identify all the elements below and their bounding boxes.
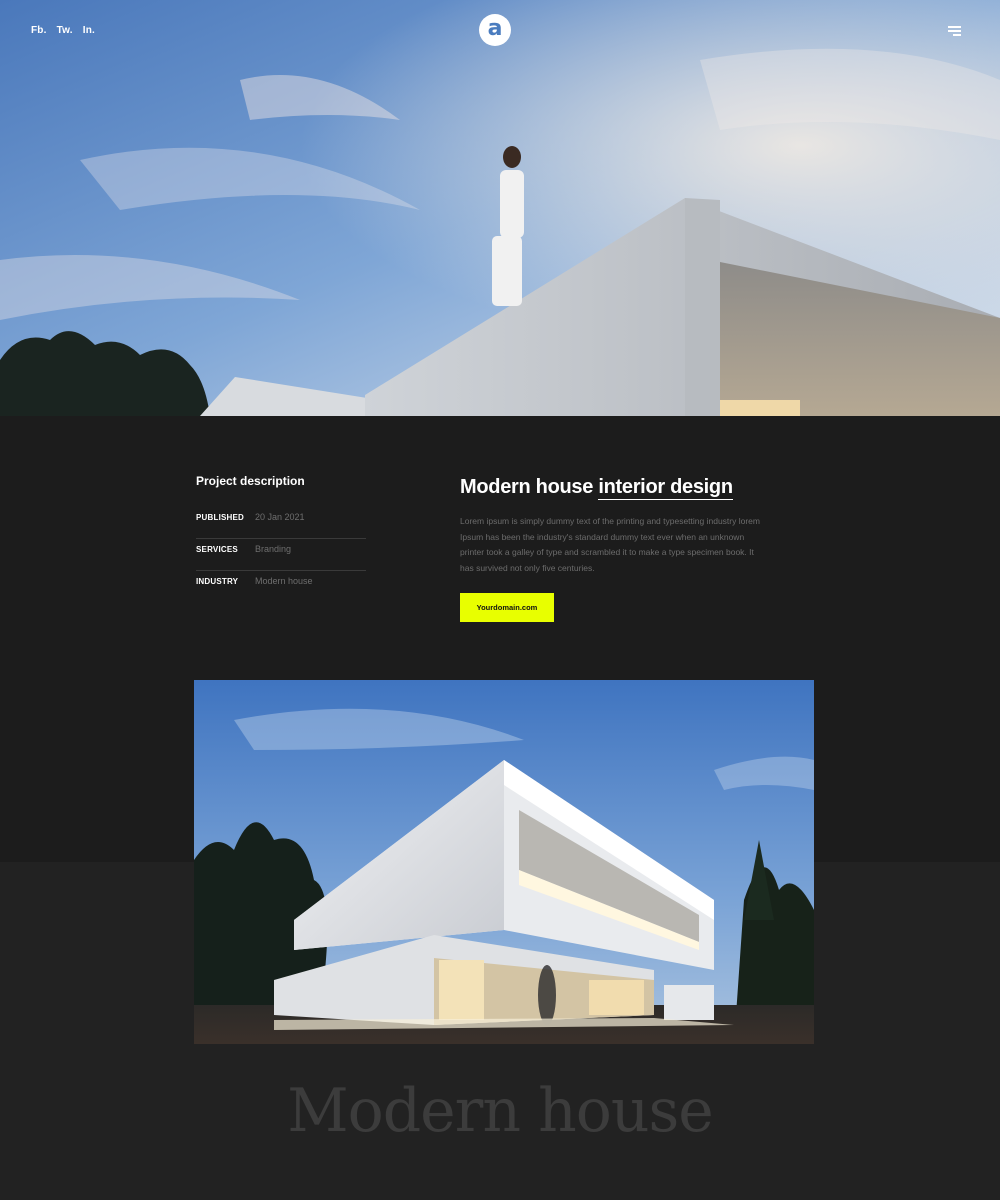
social-links: Fb. Tw. In. — [31, 25, 95, 36]
hero-photo-illustration — [0, 0, 1000, 416]
website-link-button[interactable]: Yourdomain.com — [460, 593, 554, 622]
meta-key: PUBLISHED — [196, 513, 245, 522]
facebook-link[interactable]: Fb. — [31, 25, 47, 36]
meta-row-services: SERVICES Branding — [196, 539, 366, 571]
meta-row-published: PUBLISHED 20 Jan 2021 — [196, 507, 366, 539]
project-title: Modern house interior design — [460, 476, 733, 500]
linkedin-link[interactable]: In. — [83, 25, 95, 36]
footer-big-title: Modern house — [287, 1076, 714, 1146]
meta-value: Modern house — [255, 576, 313, 586]
meta-row-industry: INDUSTRY Modern house — [196, 571, 366, 603]
project-title-plain: Modern house — [460, 476, 594, 498]
project-title-underlined: interior design — [598, 476, 733, 500]
meta-value: Branding — [255, 544, 292, 554]
hero-image: Fb. Tw. In. a — [0, 0, 1000, 416]
meta-key: SERVICES — [196, 545, 238, 554]
hamburger-menu-icon[interactable] — [948, 26, 961, 36]
house-photo — [194, 680, 814, 1044]
top-navigation: Fb. Tw. In. a — [0, 0, 1000, 60]
meta-key: INDUSTRY — [196, 577, 239, 586]
project-body-text: Lorem ipsum is simply dummy text of the … — [460, 516, 760, 574]
twitter-link[interactable]: Tw. — [57, 25, 73, 36]
site-logo[interactable]: a — [479, 14, 511, 46]
logo-letter: a — [487, 15, 503, 41]
house-photo-illustration — [194, 680, 814, 1044]
project-description-heading: Project description — [196, 474, 305, 488]
meta-value: 20 Jan 2021 — [255, 512, 305, 522]
